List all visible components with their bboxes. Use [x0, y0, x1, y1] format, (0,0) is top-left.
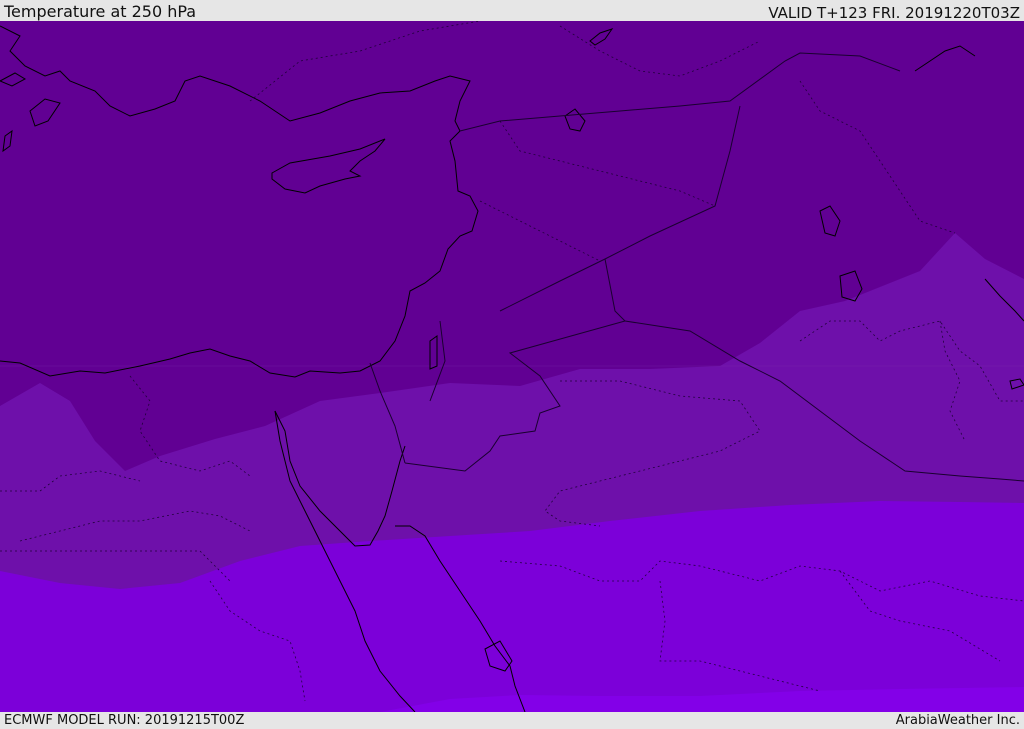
valid-time: VALID T+123 FRI. 20191220T03Z — [768, 4, 1020, 22]
map-title: Temperature at 250 hPa — [4, 2, 197, 21]
map-canvas — [0, 21, 1024, 712]
footer-bar: ECMWF MODEL RUN: 20191215T00Z ArabiaWeat… — [0, 712, 1024, 729]
credit: ArabiaWeather Inc. — [895, 713, 1020, 728]
temperature-map[interactable] — [0, 21, 1024, 712]
header-bar: Temperature at 250 hPa VALID T+123 FRI. … — [0, 0, 1024, 22]
model-run: ECMWF MODEL RUN: 20191215T00Z — [4, 713, 245, 728]
